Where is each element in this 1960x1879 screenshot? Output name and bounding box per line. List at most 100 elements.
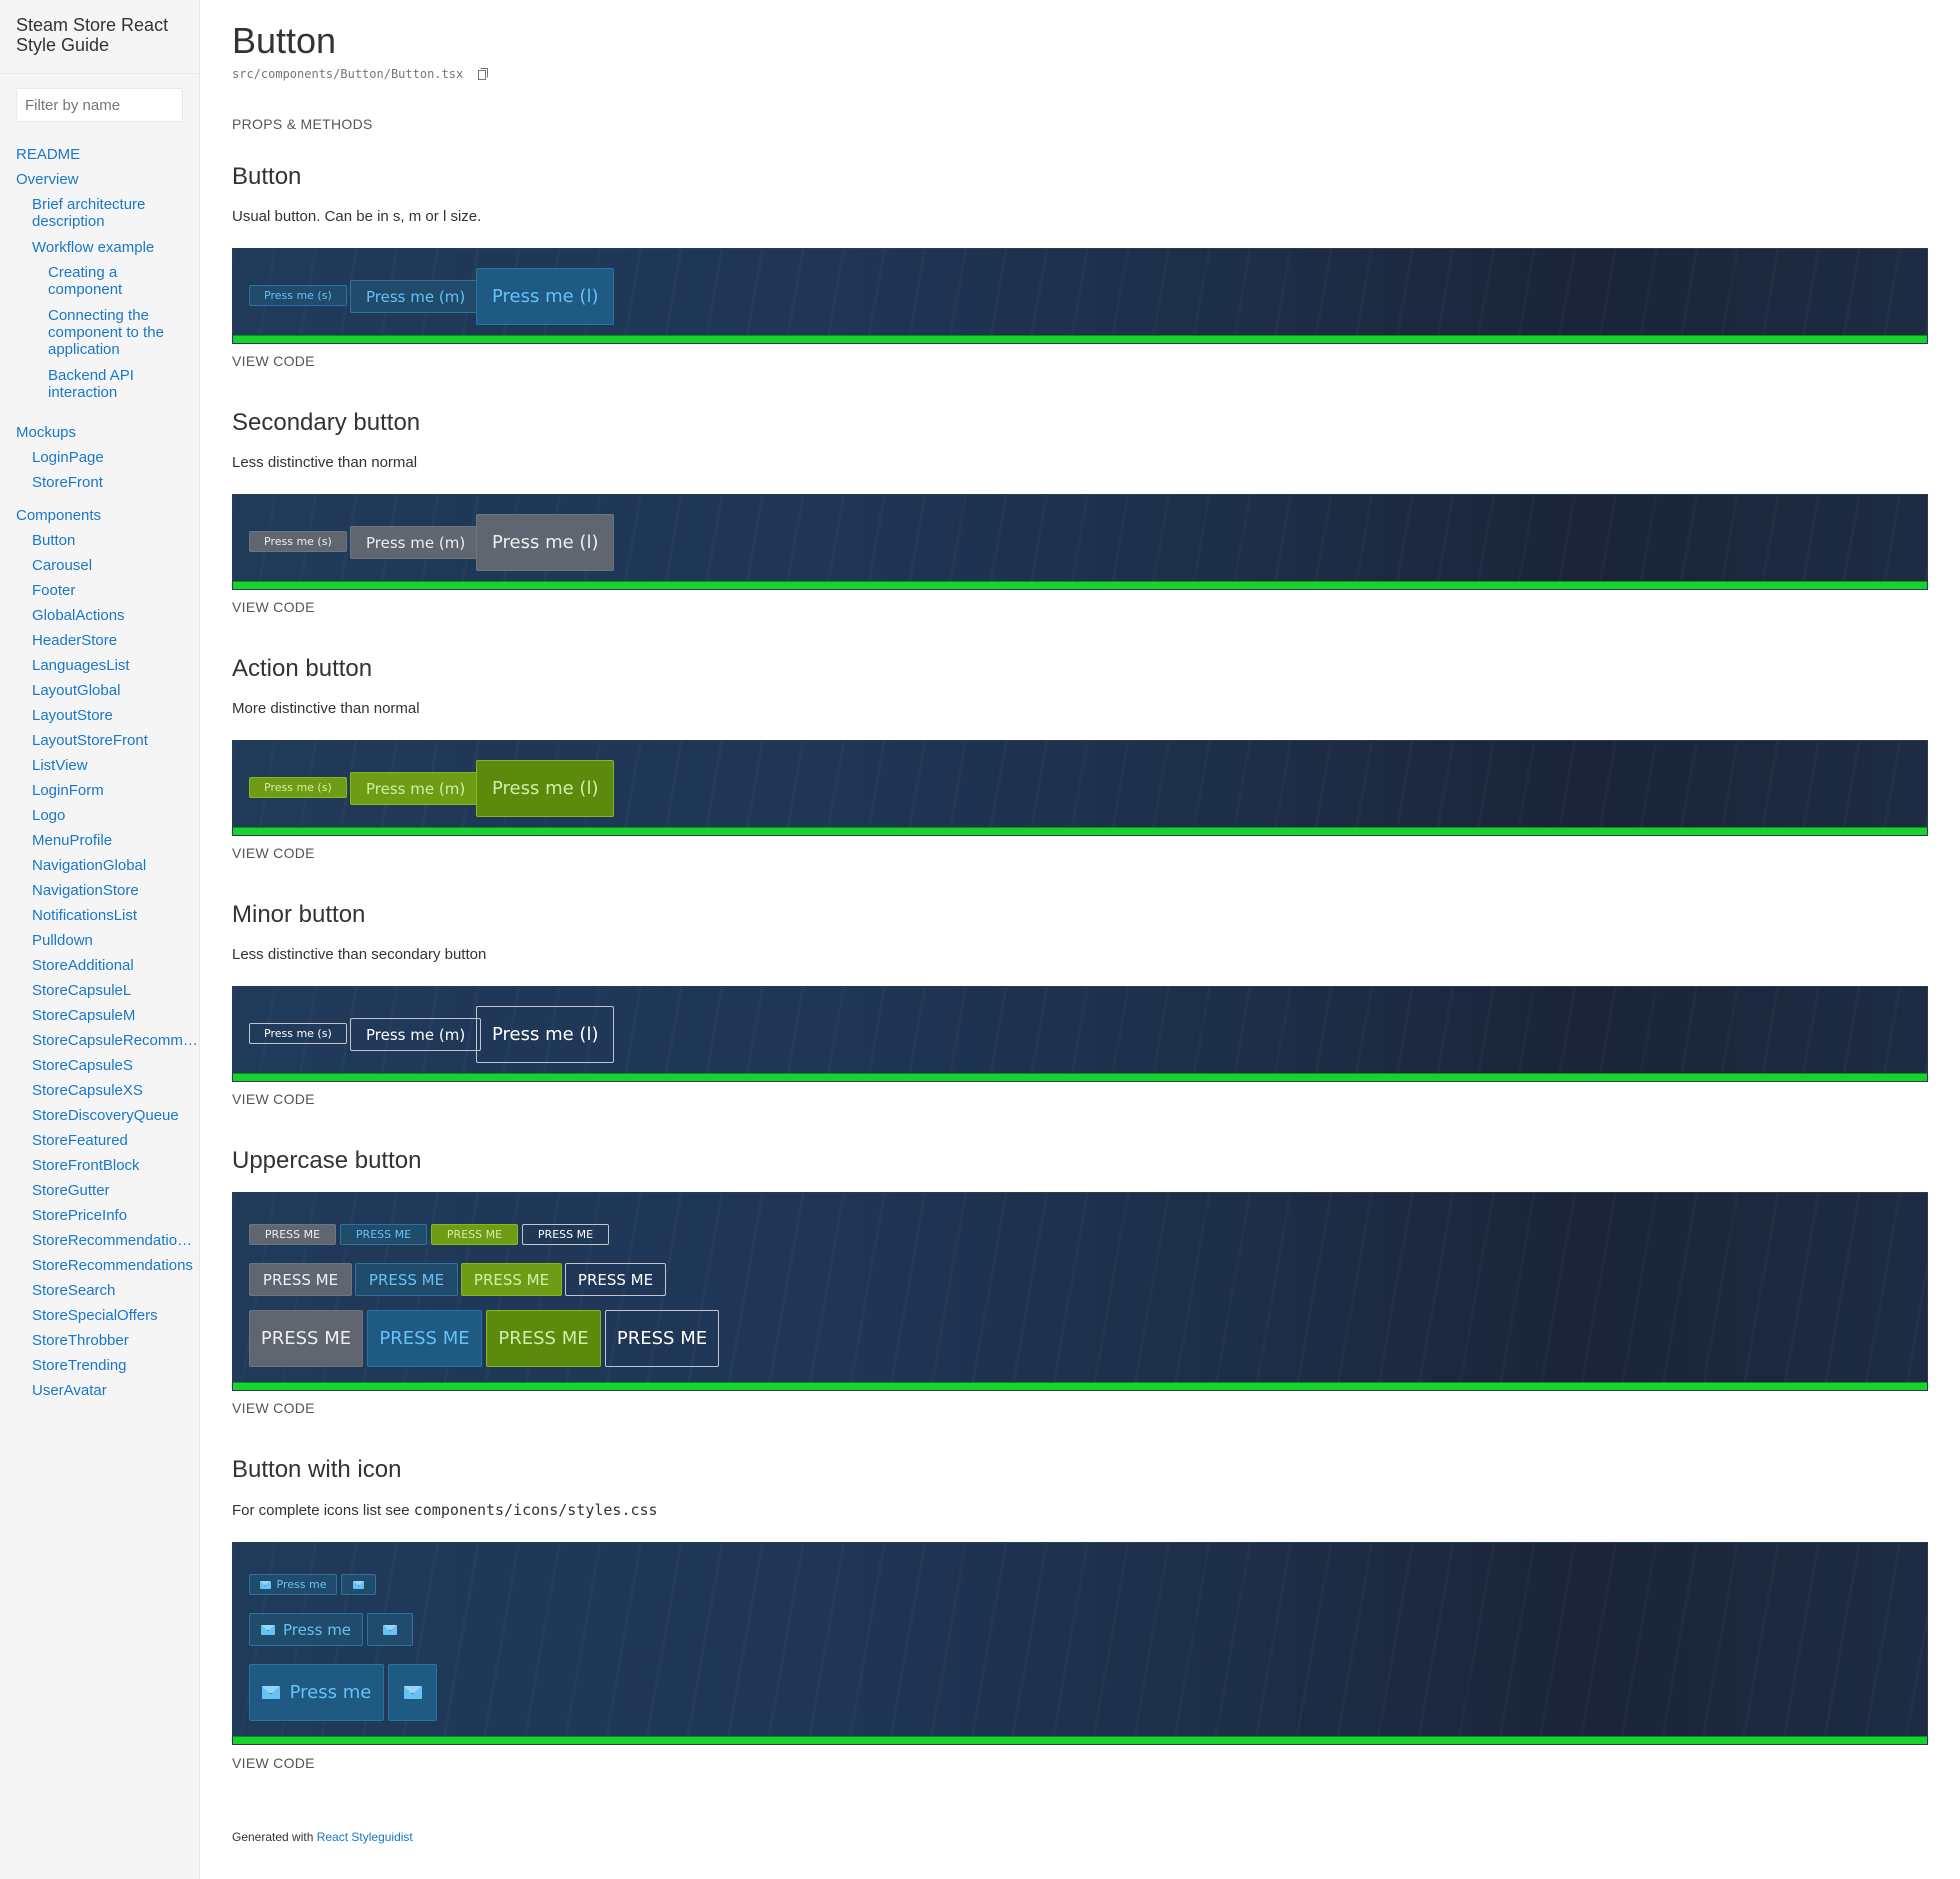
- view-code-link[interactable]: VIEW CODE: [232, 1091, 315, 1107]
- icon-button-small[interactable]: Press me: [249, 1574, 337, 1595]
- uppercase-action-large[interactable]: Press me: [486, 1310, 601, 1367]
- action-button-large[interactable]: Press me (l): [476, 760, 615, 817]
- view-code-link[interactable]: VIEW CODE: [232, 1400, 315, 1416]
- icon-button-medium[interactable]: Press me: [249, 1613, 363, 1646]
- sidebar-item-storespecialoffers[interactable]: StoreSpecialOffers: [16, 1307, 198, 1324]
- sidebar-item-mockups[interactable]: Mockups: [16, 424, 76, 441]
- styleguidist-link[interactable]: React Styleguidist: [317, 1830, 413, 1844]
- minor-button-medium[interactable]: Press me (m): [350, 1018, 482, 1051]
- sidebar-item-storecapsulexs[interactable]: StoreCapsuleXS: [16, 1082, 198, 1099]
- props-methods-link[interactable]: PROPS & METHODS: [232, 116, 373, 132]
- filter-input[interactable]: [16, 88, 183, 122]
- sidebar-item-notificationslist[interactable]: NotificationsList: [16, 907, 198, 924]
- uppercase-primary-small[interactable]: Press me: [340, 1224, 427, 1245]
- uppercase-secondary-small[interactable]: Press me: [249, 1224, 336, 1245]
- uppercase-minor-small[interactable]: Press me: [522, 1224, 609, 1245]
- icon-button-label: Press me: [276, 1578, 327, 1591]
- section-description: For complete icons list see components/i…: [232, 1501, 1928, 1519]
- section-description: Less distinctive than normal: [232, 454, 418, 471]
- mail-icon: [259, 1580, 271, 1589]
- sidebar-item-storecapsulem[interactable]: StoreCapsuleM: [16, 1007, 198, 1024]
- sidebar-item-button[interactable]: Button: [16, 532, 198, 549]
- sidebar-item-storefrontblock[interactable]: StoreFrontBlock: [16, 1157, 198, 1174]
- sidebar-item-storetrending[interactable]: StoreTrending: [16, 1357, 198, 1374]
- sidebar-item-readme[interactable]: README: [16, 146, 80, 163]
- sidebar-item-loginform[interactable]: LoginForm: [16, 782, 198, 799]
- sidebar-item-globalactions[interactable]: GlobalActions: [16, 607, 198, 624]
- section-button: Button Usual button. Can be in s, m or l…: [232, 163, 1928, 225]
- sidebar-item-workflow[interactable]: Workflow example: [16, 239, 154, 256]
- sidebar-item-creating-component[interactable]: Creating a component: [16, 264, 146, 298]
- sidebar-item-navigationglobal[interactable]: NavigationGlobal: [16, 857, 198, 874]
- sidebar-item-listview[interactable]: ListView: [16, 757, 198, 774]
- view-code-link[interactable]: VIEW CODE: [232, 599, 315, 615]
- sidebar-item-layoutglobal[interactable]: LayoutGlobal: [16, 682, 198, 699]
- icon-button-large[interactable]: Press me: [249, 1664, 384, 1721]
- sidebar-item-connecting-component[interactable]: Connecting the component to the applicat…: [16, 307, 186, 358]
- sidebar-item-storediscoveryqueue[interactable]: StoreDiscoveryQueue: [16, 1107, 198, 1124]
- sidebar-item-useravatar[interactable]: UserAvatar: [16, 1382, 198, 1399]
- sidebar-item-storethrobber[interactable]: StoreThrobber: [16, 1332, 198, 1349]
- sidebar-item-storecapsulerecommendation[interactable]: StoreCapsuleRecommendation: [16, 1032, 198, 1049]
- sidebar-item-storecapsules[interactable]: StoreCapsuleS: [16, 1057, 198, 1074]
- action-button-medium[interactable]: Press me (m): [350, 772, 482, 805]
- primary-button-small[interactable]: Press me (s): [249, 285, 347, 306]
- secondary-button-small[interactable]: Press me (s): [249, 531, 347, 552]
- sidebar-item-storeadditional[interactable]: StoreAdditional: [16, 957, 198, 974]
- preview-button: Press me (s) Press me (m) Press me (l): [232, 248, 1928, 344]
- sidebar-item-menuprofile[interactable]: MenuProfile: [16, 832, 198, 849]
- sidebar-item-storepriceinfo[interactable]: StorePriceInfo: [16, 1207, 198, 1224]
- sidebar-item-carousel[interactable]: Carousel: [16, 557, 198, 574]
- secondary-button-medium[interactable]: Press me (m): [350, 526, 482, 559]
- sidebar-item-storesearch[interactable]: StoreSearch: [16, 1282, 198, 1299]
- sidebar-item-storecapsulel[interactable]: StoreCapsuleL: [16, 982, 198, 999]
- sidebar-item-backend-api[interactable]: Backend API interaction: [16, 367, 156, 401]
- uppercase-action-medium[interactable]: Press me: [461, 1263, 562, 1296]
- uppercase-secondary-medium[interactable]: Press me: [249, 1263, 352, 1296]
- uppercase-primary-medium[interactable]: Press me: [355, 1263, 458, 1296]
- view-code-link[interactable]: VIEW CODE: [232, 1755, 315, 1771]
- sidebar-item-languageslist[interactable]: LanguagesList: [16, 657, 198, 674]
- uppercase-minor-large[interactable]: Press me: [605, 1310, 719, 1367]
- section-title: Secondary button: [232, 409, 421, 436]
- sidebar-item-logo[interactable]: Logo: [16, 807, 198, 824]
- section-icon-button: Button with icon For complete icons list…: [232, 1456, 1928, 1519]
- sidebar-item-storerecommendations[interactable]: StoreRecommendations: [16, 1257, 198, 1274]
- action-button-small[interactable]: Press me (s): [249, 777, 347, 798]
- sidebar-item-architecture[interactable]: Brief architecture description: [16, 196, 176, 230]
- minor-button-small[interactable]: Press me (s): [249, 1023, 347, 1044]
- sidebar-item-storefront[interactable]: StoreFront: [16, 474, 103, 491]
- sidebar-item-navigationstore[interactable]: NavigationStore: [16, 882, 198, 899]
- sidebar-item-layoutstorefront[interactable]: LayoutStoreFront: [16, 732, 198, 749]
- icon-only-button-small[interactable]: [341, 1574, 376, 1595]
- sidebar-item-footer[interactable]: Footer: [16, 582, 198, 599]
- sidebar-item-components[interactable]: Components: [16, 507, 101, 524]
- minor-button-large[interactable]: Press me (l): [476, 1006, 615, 1063]
- copy-icon[interactable]: [478, 68, 489, 80]
- icon-button-label: Press me: [282, 1620, 352, 1639]
- sidebar-item-headerstore[interactable]: HeaderStore: [16, 632, 198, 649]
- primary-button-medium[interactable]: Press me (m): [350, 280, 482, 313]
- sidebar-item-storegutter[interactable]: StoreGutter: [16, 1182, 198, 1199]
- preview-accent-bar: [233, 1382, 1927, 1390]
- mail-icon: [261, 1686, 280, 1699]
- preview-minor-button: Press me (s) Press me (m) Press me (l): [232, 986, 1928, 1082]
- view-code-link[interactable]: VIEW CODE: [232, 845, 315, 861]
- section-title: Action button: [232, 655, 373, 682]
- primary-button-large[interactable]: Press me (l): [476, 268, 615, 325]
- icon-only-button-large[interactable]: [388, 1664, 437, 1721]
- sidebar-item-loginpage[interactable]: LoginPage: [16, 449, 104, 466]
- icon-only-button-medium[interactable]: [367, 1613, 413, 1646]
- sidebar-item-pulldown[interactable]: Pulldown: [16, 932, 198, 949]
- uppercase-minor-medium[interactable]: Press me: [565, 1263, 666, 1296]
- sidebar-item-overview[interactable]: Overview: [16, 171, 79, 188]
- sidebar-item-storefeatured[interactable]: StoreFeatured: [16, 1132, 198, 1149]
- sidebar-item-layoutstore[interactable]: LayoutStore: [16, 707, 198, 724]
- sidebar-item-storerecommendationblock[interactable]: StoreRecommendationBlock: [16, 1232, 198, 1249]
- view-code-link[interactable]: VIEW CODE: [232, 353, 315, 369]
- uppercase-primary-large[interactable]: Press me: [367, 1310, 482, 1367]
- app-title: Steam Store React Style Guide: [0, 0, 199, 74]
- uppercase-secondary-large[interactable]: Press me: [249, 1310, 363, 1367]
- secondary-button-large[interactable]: Press me (l): [476, 514, 615, 571]
- uppercase-action-small[interactable]: Press me: [431, 1224, 518, 1245]
